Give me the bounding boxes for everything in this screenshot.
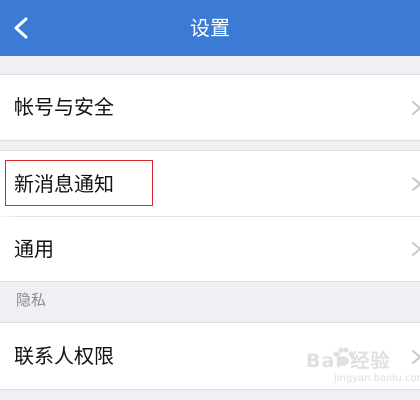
settings-item-general[interactable]: 通用 <box>0 217 420 282</box>
page-title: 设置 <box>190 16 230 40</box>
settings-item-label: 帐号与安全 <box>14 95 114 119</box>
nav-bar: 设置 <box>0 0 420 56</box>
watermark-url: jingyan.baidu.com <box>334 373 420 384</box>
chevron-right-icon <box>410 98 420 118</box>
settings-item-label: 通用 <box>14 237 54 261</box>
chevron-right-icon <box>410 239 420 259</box>
section-header-privacy: 隐私 <box>16 291 47 309</box>
settings-item-account-security[interactable]: 帐号与安全 <box>0 74 420 141</box>
settings-item-label: 联系人权限 <box>14 344 114 368</box>
highlight-box <box>5 160 153 206</box>
watermark: Bai 经验 jingyan.baidu.com <box>296 340 420 392</box>
chevron-right-icon <box>410 174 420 194</box>
watermark-brand: Bai 经验 <box>306 350 391 372</box>
